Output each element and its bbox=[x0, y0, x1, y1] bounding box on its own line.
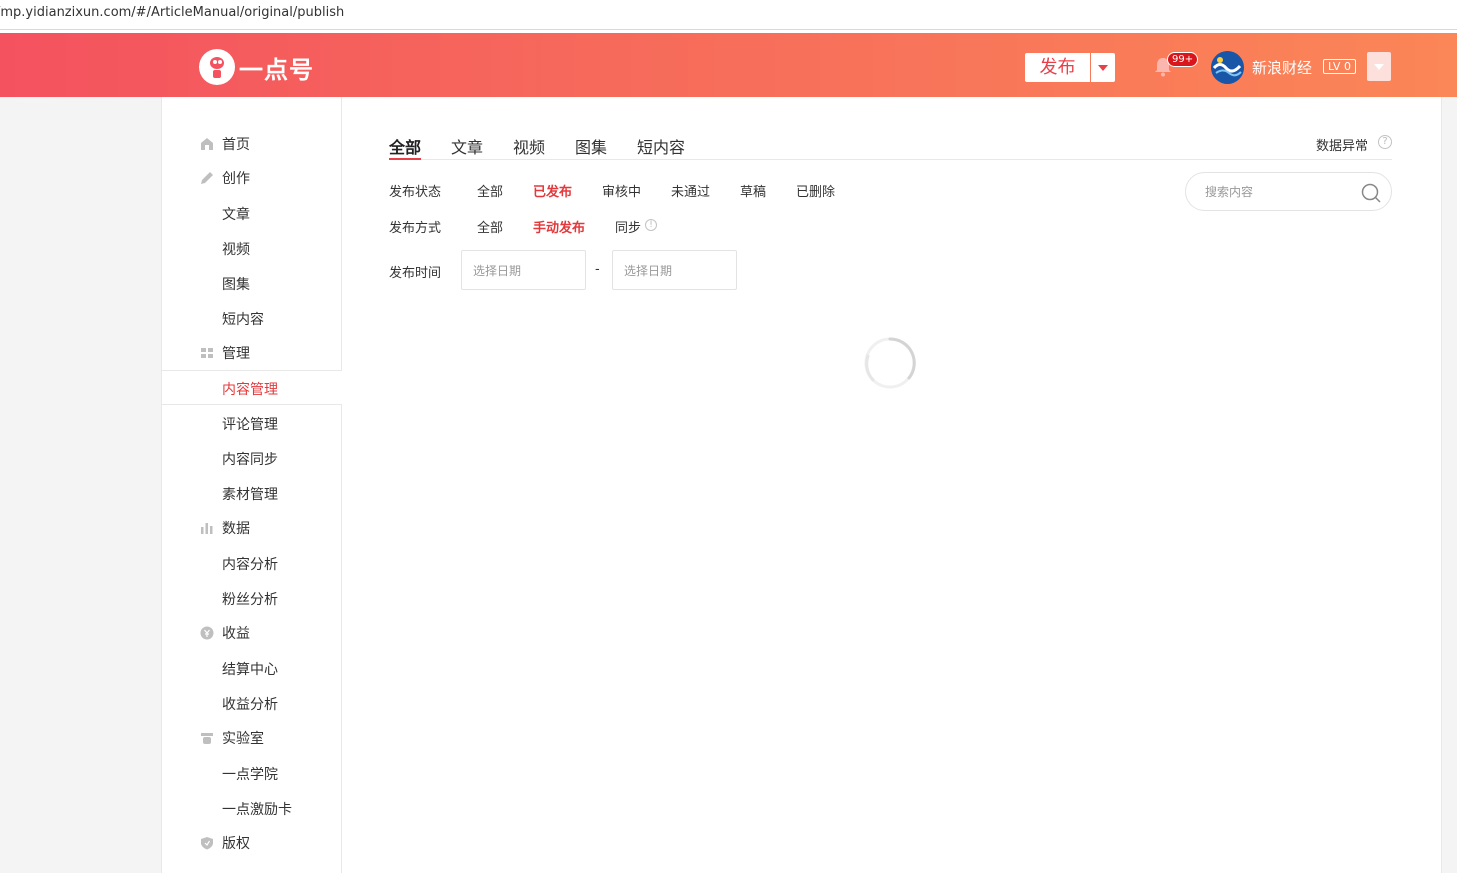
sidebar-item-content-manage[interactable]: 内容管理 bbox=[162, 370, 342, 405]
sidebar-item-manage[interactable]: 管理 bbox=[162, 335, 342, 370]
sidebar-item-label: 内容分析 bbox=[222, 557, 278, 573]
sidebar-item-label: 结算中心 bbox=[222, 662, 278, 678]
username[interactable]: 新浪财经 bbox=[1252, 57, 1312, 78]
status-filter-label: 发布状态 bbox=[389, 185, 442, 200]
sidebar-item-label: 一点激励卡 bbox=[222, 802, 292, 818]
sidebar-item-label: 粉丝分析 bbox=[222, 592, 278, 608]
sidebar-item-data[interactable]: 数据 bbox=[162, 510, 342, 545]
page-margin-right bbox=[1441, 97, 1457, 873]
sidebar-item-label: 收益分析 bbox=[222, 697, 278, 713]
sidebar-item-home[interactable]: 首页 bbox=[162, 126, 342, 161]
sidebar-item-video[interactable]: 视频 bbox=[162, 231, 342, 266]
status-option-published[interactable]: 已发布 bbox=[533, 181, 572, 200]
status-option-reviewing[interactable]: 审核中 bbox=[602, 181, 641, 200]
sidebar-item-label: 素材管理 bbox=[222, 487, 278, 503]
coin-icon bbox=[200, 626, 214, 640]
end-date-field bbox=[612, 250, 737, 290]
method-option-manual[interactable]: 手动发布 bbox=[533, 217, 585, 236]
sidebar-item-label: 一点学院 bbox=[222, 767, 278, 783]
search-input[interactable] bbox=[1205, 183, 1355, 201]
sidebar-item-label: 评论管理 bbox=[222, 417, 278, 433]
sidebar-item-copyright[interactable]: 版权 bbox=[162, 825, 342, 860]
status-option-all[interactable]: 全部 bbox=[477, 181, 503, 200]
top-header: 一点号 发布 99+ 新浪财经 LV 0 bbox=[0, 33, 1457, 97]
address-bar[interactable]: /mp.yidianzixun.com/#/ArticleManual/orig… bbox=[0, 0, 1457, 30]
sidebar-item-label: 文章 bbox=[222, 207, 250, 223]
search-box bbox=[1185, 172, 1392, 211]
info-icon[interactable]: ! bbox=[645, 219, 657, 231]
logo-text: 一点号 bbox=[239, 55, 314, 84]
page-margin-left bbox=[0, 97, 161, 873]
sidebar-item-label: 实验室 bbox=[222, 731, 264, 747]
bar-chart-icon bbox=[201, 523, 213, 534]
publish-dropdown-button[interactable] bbox=[1091, 53, 1115, 82]
avatar-logo-icon bbox=[1211, 51, 1244, 84]
sidebar-item-content-sync[interactable]: 内容同步 bbox=[162, 441, 342, 476]
sidebar-item-revenue[interactable]: 收益 bbox=[162, 615, 342, 650]
data-abnormal-link[interactable]: 数据异常 bbox=[1316, 135, 1368, 154]
logo[interactable]: 一点号 bbox=[199, 49, 314, 85]
sidebar-item-incentive-card[interactable]: 一点激励卡 bbox=[162, 791, 342, 826]
sidebar-item-gallery[interactable]: 图集 bbox=[162, 266, 342, 301]
end-date-input[interactable] bbox=[624, 262, 724, 280]
sidebar-item-content-analysis[interactable]: 内容分析 bbox=[162, 546, 342, 581]
sidebar-item-settlement[interactable]: 结算中心 bbox=[162, 651, 342, 686]
notification-badge: 99+ bbox=[1167, 52, 1199, 67]
lab-icon bbox=[201, 733, 213, 744]
tab-video[interactable]: 视频 bbox=[513, 134, 545, 160]
method-filter-label: 发布方式 bbox=[389, 221, 442, 236]
grid-icon bbox=[201, 348, 213, 358]
sidebar-item-label: 管理 bbox=[222, 346, 250, 362]
pen-icon bbox=[201, 172, 213, 184]
loading-spinner-icon bbox=[864, 337, 916, 389]
sidebar: 首页 创作 文章 视频 图集 短内容 管理 内容管理 评论管理 内容同步 素材管… bbox=[161, 97, 342, 873]
sidebar-item-label: 首页 bbox=[222, 137, 250, 153]
time-filter-label: 发布时间 bbox=[389, 266, 442, 281]
date-range-separator: - bbox=[595, 262, 600, 277]
sidebar-item-article[interactable]: 文章 bbox=[162, 196, 342, 231]
start-date-field bbox=[461, 250, 586, 290]
sidebar-item-label: 创作 bbox=[222, 171, 250, 187]
sidebar-item-label: 视频 bbox=[222, 242, 250, 258]
publish-button[interactable]: 发布 bbox=[1025, 53, 1090, 82]
sidebar-item-material-manage[interactable]: 素材管理 bbox=[162, 476, 342, 511]
sidebar-item-short-content[interactable]: 短内容 bbox=[162, 301, 342, 336]
url-text: /mp.yidianzixun.com/#/ArticleManual/orig… bbox=[0, 5, 345, 20]
method-option-all[interactable]: 全部 bbox=[477, 217, 503, 236]
sidebar-item-label: 收益 bbox=[222, 626, 250, 642]
avatar[interactable] bbox=[1211, 51, 1244, 84]
sidebar-item-label: 数据 bbox=[222, 521, 250, 537]
shield-icon bbox=[201, 837, 213, 850]
tab-gallery[interactable]: 图集 bbox=[575, 134, 607, 160]
sidebar-item-lab[interactable]: 实验室 bbox=[162, 720, 342, 755]
status-option-rejected[interactable]: 未通过 bbox=[671, 181, 710, 200]
home-icon bbox=[201, 138, 213, 150]
sidebar-item-comment-manage[interactable]: 评论管理 bbox=[162, 406, 342, 441]
sidebar-item-academy[interactable]: 一点学院 bbox=[162, 756, 342, 791]
status-option-draft[interactable]: 草稿 bbox=[740, 181, 766, 200]
tab-short-content[interactable]: 短内容 bbox=[637, 134, 685, 160]
sidebar-item-revenue-analysis[interactable]: 收益分析 bbox=[162, 686, 342, 721]
logo-icon bbox=[199, 49, 235, 85]
sidebar-item-label: 版权 bbox=[222, 836, 250, 852]
search-icon[interactable] bbox=[1361, 183, 1381, 203]
sidebar-item-label: 内容管理 bbox=[222, 382, 278, 398]
help-icon[interactable]: ? bbox=[1378, 135, 1392, 149]
start-date-input[interactable] bbox=[473, 262, 573, 280]
method-option-sync[interactable]: 同步 bbox=[615, 217, 641, 236]
status-option-deleted[interactable]: 已删除 bbox=[796, 181, 835, 200]
sidebar-item-create[interactable]: 创作 bbox=[162, 160, 342, 195]
sidebar-item-label: 图集 bbox=[222, 277, 250, 293]
sidebar-item-fans-analysis[interactable]: 粉丝分析 bbox=[162, 581, 342, 616]
tab-article[interactable]: 文章 bbox=[451, 134, 483, 160]
sidebar-item-label: 内容同步 bbox=[222, 452, 278, 468]
user-dropdown-button[interactable] bbox=[1367, 52, 1391, 81]
level-badge: LV 0 bbox=[1323, 59, 1356, 74]
tab-all[interactable]: 全部 bbox=[389, 134, 422, 160]
sidebar-item-label: 短内容 bbox=[222, 312, 264, 328]
content-type-tabs: 全部 文章 视频 图集 短内容 bbox=[389, 134, 1392, 160]
